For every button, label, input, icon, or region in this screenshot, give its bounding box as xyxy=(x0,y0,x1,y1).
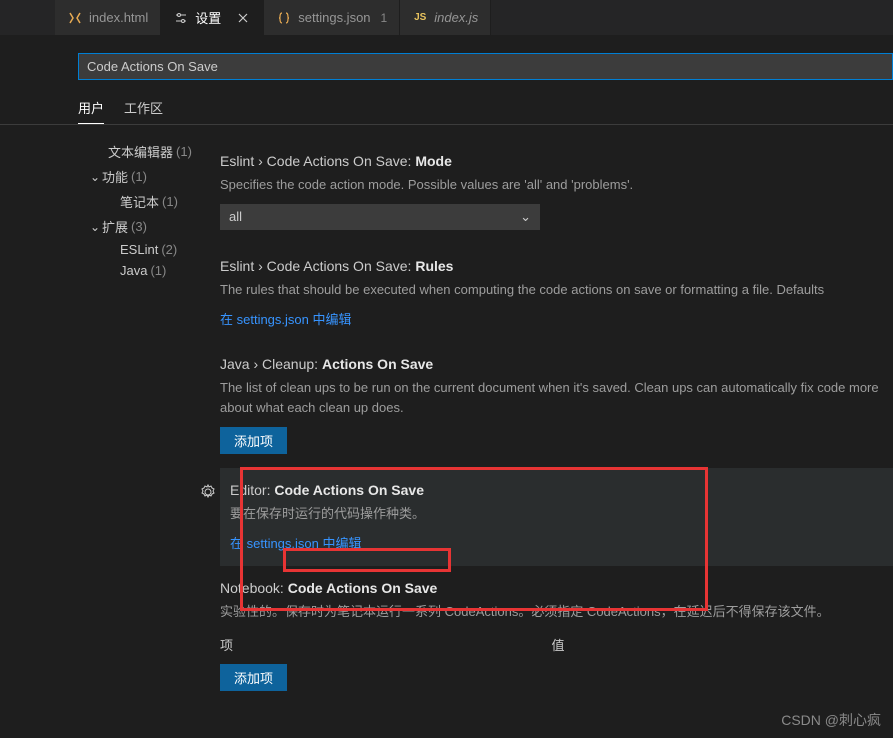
tab-settings[interactable]: 设置 xyxy=(161,0,264,35)
settings-tree: 文本编辑器 (1) ⌄ 功能 (1) 笔记本 (1) ⌄ 扩展 (3) ESLi… xyxy=(0,139,200,705)
setting-title: Java › Cleanup: Actions On Save xyxy=(220,356,883,372)
sidebar-item-features[interactable]: ⌄ 功能 (1) xyxy=(90,164,200,189)
setting-eslint-mode: Eslint › Code Actions On Save: Mode Spec… xyxy=(220,139,893,244)
count-badge: (3) xyxy=(131,219,147,234)
setting-notebook-code-actions: Notebook: Code Actions On Save 实验性的。保存时为… xyxy=(220,566,893,705)
sidebar-item-label: 扩展 xyxy=(102,217,128,236)
sidebar-item-notebook[interactable]: 笔记本 (1) xyxy=(90,189,200,214)
tab-settings-json[interactable]: settings.json 1 xyxy=(264,0,400,35)
tab-workspace[interactable]: 工作区 xyxy=(124,92,163,124)
col-value: 值 xyxy=(552,631,884,658)
setting-eslint-rules: Eslint › Code Actions On Save: Rules The… xyxy=(220,244,893,342)
col-item: 项 xyxy=(220,631,552,658)
sidebar-item-label: 文本编辑器 xyxy=(108,142,173,161)
add-item-button[interactable]: 添加项 xyxy=(220,427,287,454)
count-badge: (2) xyxy=(161,242,177,257)
sidebar-item-label: ESLint xyxy=(120,242,158,257)
mode-dropdown[interactable]: all ⌄ xyxy=(220,204,540,230)
count-badge: (1) xyxy=(131,169,147,184)
setting-description: The rules that should be executed when c… xyxy=(220,280,883,301)
sidebar-item-label: 功能 xyxy=(102,167,128,186)
setting-description: 要在保存时运行的代码操作种类。 xyxy=(230,504,883,525)
setting-description: 实验性的。保存时为笔记本运行一系列 CodeActions。必须指定 CodeA… xyxy=(220,602,883,623)
gear-icon[interactable] xyxy=(200,484,216,500)
setting-java-cleanup: Java › Cleanup: Actions On Save The list… xyxy=(220,342,893,469)
setting-description: The list of clean ups to be run on the c… xyxy=(220,378,883,420)
add-item-button[interactable]: 添加项 xyxy=(220,664,287,691)
watermark: CSDN @刺心疯 xyxy=(781,710,881,730)
sidebar-item-text-editor[interactable]: 文本编辑器 (1) xyxy=(90,139,200,164)
sidebar-item-eslint[interactable]: ESLint (2) xyxy=(90,239,200,260)
setting-description: Specifies the code action mode. Possible… xyxy=(220,175,883,196)
table-header: 项 值 xyxy=(220,631,883,658)
chevron-down-icon: ⌄ xyxy=(520,209,531,225)
tab-index-js[interactable]: JS index.js xyxy=(400,0,491,35)
count-badge: (1) xyxy=(162,194,178,209)
settings-list: Eslint › Code Actions On Save: Mode Spec… xyxy=(200,139,893,705)
tab-label: 设置 xyxy=(195,8,221,27)
json-icon xyxy=(276,10,292,26)
setting-title: Eslint › Code Actions On Save: Rules xyxy=(220,258,883,274)
html-icon xyxy=(67,10,83,26)
close-icon[interactable] xyxy=(235,10,251,26)
edit-in-settings-json-link[interactable]: 在 settings.json 中编辑 xyxy=(230,536,362,551)
modified-indicator: 1 xyxy=(381,11,388,25)
tab-label: settings.json xyxy=(298,10,370,25)
sidebar-item-label: Java xyxy=(120,263,147,278)
setting-editor-code-actions: Editor: Code Actions On Save 要在保存时运行的代码操… xyxy=(220,468,893,566)
search-input[interactable] xyxy=(78,53,893,80)
sidebar-item-extensions[interactable]: ⌄ 扩展 (3) xyxy=(90,214,200,239)
setting-title: Notebook: Code Actions On Save xyxy=(220,580,883,596)
setting-title: Eslint › Code Actions On Save: Mode xyxy=(220,153,883,169)
tab-index-html[interactable]: index.html xyxy=(55,0,161,35)
settings-search-wrap xyxy=(0,35,893,92)
sidebar-item-label: 笔记本 xyxy=(120,192,159,211)
chevron-down-icon: ⌄ xyxy=(90,170,102,184)
count-badge: (1) xyxy=(176,144,192,159)
editor-tabs-bar: index.html 设置 settings.json 1 JS index.j… xyxy=(0,0,893,35)
tab-label: index.js xyxy=(434,10,478,25)
tab-label: index.html xyxy=(89,10,148,25)
edit-in-settings-json-link[interactable]: 在 settings.json 中编辑 xyxy=(220,312,352,327)
count-badge: (1) xyxy=(150,263,166,278)
sidebar-item-java[interactable]: Java (1) xyxy=(90,260,200,281)
chevron-down-icon: ⌄ xyxy=(90,220,102,234)
setting-title: Editor: Code Actions On Save xyxy=(230,482,883,498)
tabs-spacer xyxy=(0,0,55,35)
dropdown-value: all xyxy=(229,209,242,224)
settings-scope-tabs: 用户 工作区 xyxy=(0,92,893,125)
tab-user[interactable]: 用户 xyxy=(78,92,104,124)
js-icon: JS xyxy=(412,10,428,26)
sliders-icon xyxy=(173,10,189,26)
